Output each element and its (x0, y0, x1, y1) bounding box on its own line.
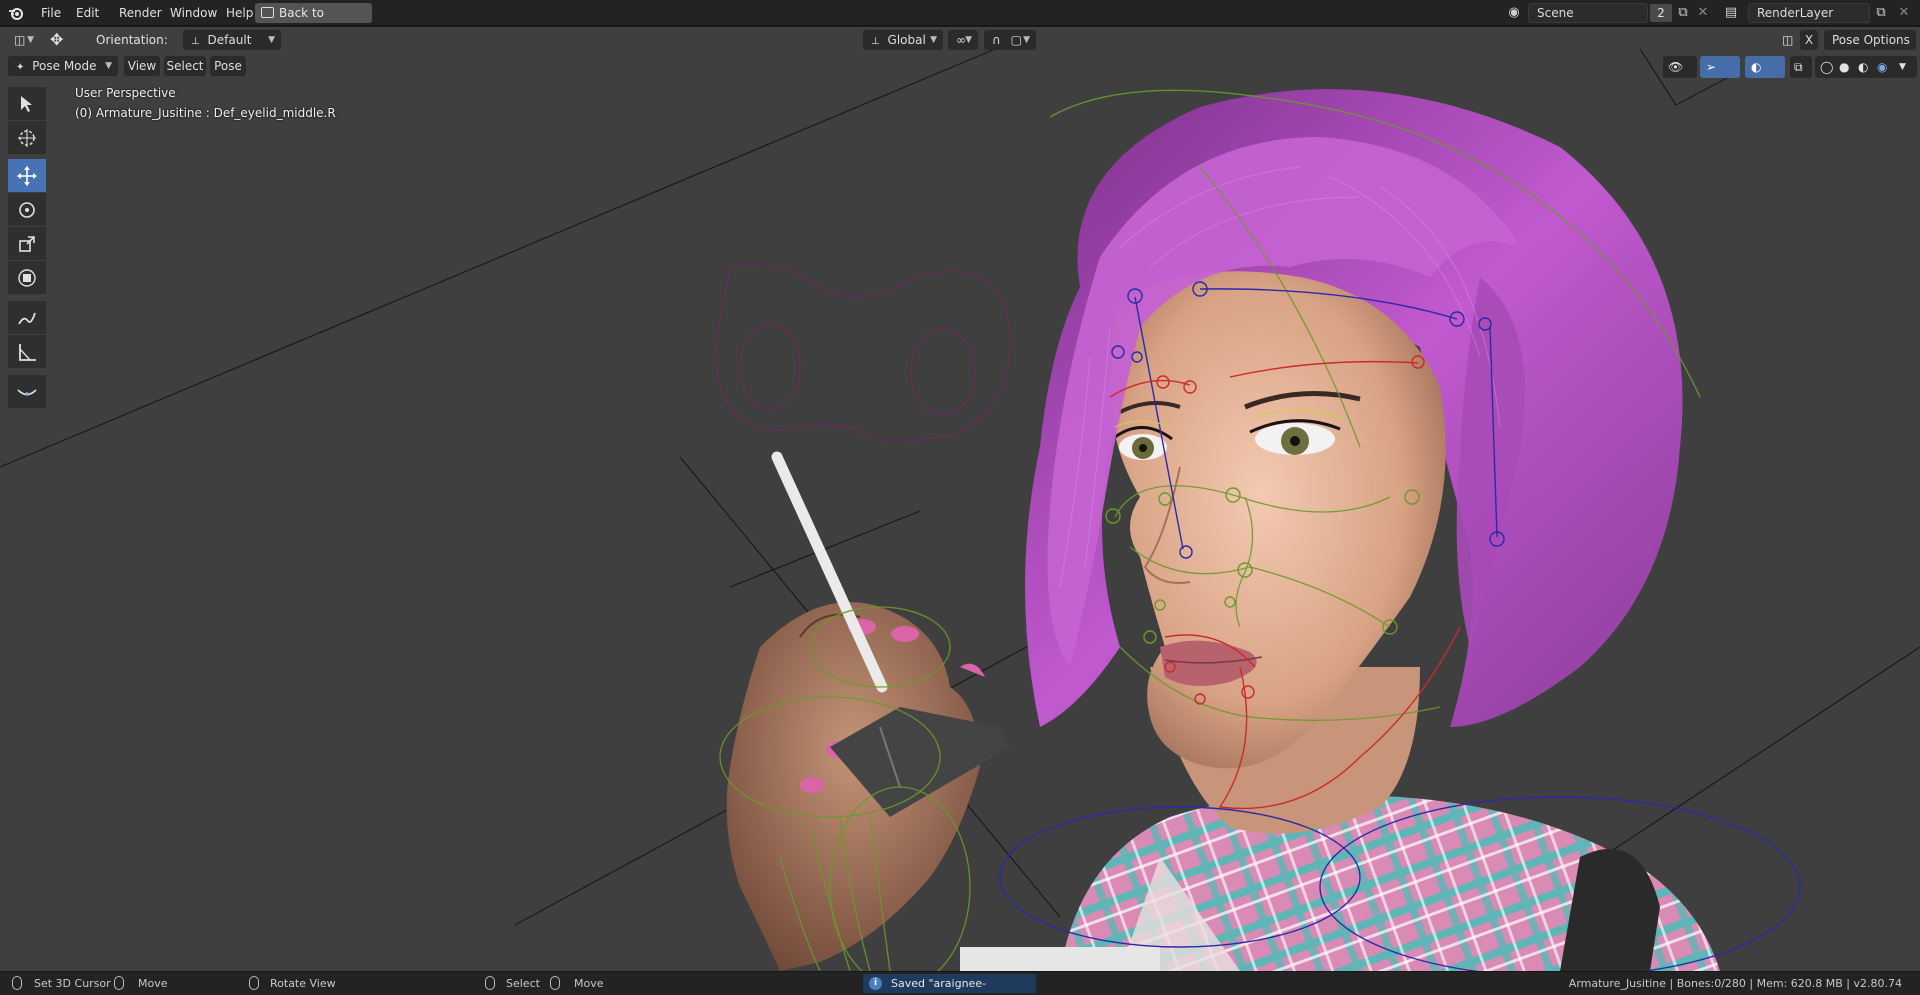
active-object-label: (0) Armature_Jusitine : Def_eyelid_middl… (75, 106, 336, 120)
cursor-tool[interactable] (8, 121, 46, 154)
status-move-2: Move (574, 977, 604, 990)
move-tool[interactable] (8, 159, 46, 192)
eye-icon: 👁 (1668, 60, 1684, 74)
add-view-layer-icon[interactable]: ⧉ (1872, 4, 1890, 22)
3d-viewport-icon: ◫ (14, 33, 26, 47)
axis-icon: ⊥ (191, 36, 200, 47)
annotate-tool[interactable] (8, 301, 46, 334)
mode-dropdown[interactable]: ✦ Pose Mode ▼ (8, 56, 118, 76)
snap-dropdown[interactable]: ∩ ▢ ▼ (984, 30, 1036, 50)
xray-icon: ⧉ (1794, 60, 1803, 74)
visibility-dropdown[interactable]: 👁 (1663, 56, 1697, 78)
orientation-label: Orientation: (96, 33, 168, 47)
rotate-icon (19, 201, 35, 218)
scale-icon (19, 235, 35, 252)
menu-edit[interactable]: Edit (70, 4, 105, 22)
scene-browse-icon[interactable]: ◉ (1505, 4, 1523, 22)
status-rotate-view: Rotate View (270, 977, 336, 990)
transform-orientation-dropdown[interactable]: ⊥ Global ▼ (863, 30, 943, 50)
scale-tool[interactable] (8, 227, 46, 260)
select-box-tool[interactable] (8, 87, 46, 120)
pose-options-dropdown[interactable]: Pose Options (1824, 30, 1916, 50)
menu-select[interactable]: Select (164, 56, 206, 76)
duplicate-scene-icon[interactable]: ⧉ (1674, 4, 1692, 22)
wireframe-shading-icon[interactable]: ◯ (1820, 57, 1833, 77)
mouse-right-icon (485, 976, 495, 990)
editor-type-dropdown[interactable]: ◫ ▼ (6, 30, 40, 50)
gizmo-icon: ➢ (1706, 60, 1717, 74)
mirror-x-toggle[interactable]: X (1800, 30, 1818, 50)
material-shading-icon[interactable]: ◐ (1858, 57, 1868, 77)
overlay-icon: ◐ (1751, 60, 1762, 74)
pivot-dropdown[interactable]: ∞ ▼ (948, 30, 978, 50)
snap-magnet-icon: ∩ (992, 33, 1001, 47)
shading-options-chevron-icon[interactable]: ▼ (1899, 57, 1906, 77)
viewport-render (0, 46, 1920, 971)
transform-pivot-icon[interactable]: ✥ (50, 30, 63, 50)
close-scene-icon[interactable]: ✕ (1694, 4, 1712, 22)
bone-relax-tool[interactable] (8, 375, 46, 408)
bone-relax-icon (17, 388, 37, 396)
gizmo-toggle[interactable]: ➢ (1700, 56, 1740, 78)
menu-pose[interactable]: Pose (210, 56, 246, 76)
render-layer-field[interactable]: RenderLayer (1748, 3, 1870, 23)
solid-shading-icon[interactable]: ● (1839, 57, 1849, 77)
menu-view[interactable]: View (124, 56, 160, 76)
top-menu-bar: File Edit Render Window Help Back to Pre… (0, 0, 1920, 40)
scene-stats: Armature_Jusitine | Bones:0/280 | Mem: 6… (1568, 977, 1902, 990)
mode-value: Pose Mode (32, 59, 97, 73)
global-axis-icon: ⊥ (871, 36, 880, 47)
viewport-header: ◫ ▼ ✥ Orientation: ⊥ Default ▼ ⊥ Global ▼ ∞… (0, 27, 1920, 55)
annotate-icon (18, 312, 36, 324)
transform-icon (18, 268, 36, 287)
status-set-cursor: Set 3D Cursor (34, 977, 111, 990)
menu-window[interactable]: Window (164, 4, 223, 22)
mouse-drag-icon (114, 976, 124, 990)
overlay-toggle[interactable]: ◐ (1745, 56, 1785, 78)
measure-tool[interactable] (8, 335, 46, 368)
pose-options-label: Pose Options (1832, 33, 1910, 47)
mirror-axis-icon[interactable]: ◫ (1782, 30, 1793, 50)
3d-viewport[interactable]: ◫ ▼ ✥ Orientation: ⊥ Default ▼ ⊥ Global ▼ ∞… (0, 27, 1920, 971)
orientation-value: Default (207, 33, 252, 47)
saved-notification[interactable]: i Saved "araignee-04.blend" (863, 974, 1036, 993)
xray-toggle[interactable]: ⧉ (1790, 56, 1812, 78)
mouse-middle-icon (249, 976, 259, 990)
menu-render[interactable]: Render (113, 4, 168, 22)
back-to-previous-button[interactable]: Back to Previous (255, 3, 372, 40)
shading-mode-group: ◯ ● ◐ ◉ ▼ (1815, 56, 1917, 78)
select-box-icon (21, 95, 32, 112)
menu-file[interactable]: File (35, 4, 67, 22)
info-icon: i (869, 977, 882, 990)
pose-mode-icon: ✦ (16, 62, 25, 73)
viewport-perspective-label: User Perspective (75, 86, 176, 100)
cursor-icon (18, 128, 36, 147)
remove-view-layer-icon[interactable]: ✕ (1895, 4, 1913, 22)
screen-icon (261, 7, 274, 18)
menu-help[interactable]: Help (220, 4, 259, 22)
status-bar: Set 3D Cursor Move Rotate View Select Mo… (0, 971, 1920, 995)
saved-message: Saved "araignee-04.blend" (891, 977, 987, 990)
rotate-tool[interactable] (8, 193, 46, 226)
mouse-left-icon (12, 976, 22, 990)
mode-row: ✦ Pose Mode ▼ View Select Pose (0, 56, 1920, 80)
snap-target-icon: ▢ (1010, 33, 1022, 47)
status-move-1: Move (138, 977, 168, 990)
scene-name-field[interactable]: Scene (1528, 3, 1648, 23)
move-icon (17, 165, 37, 186)
measure-icon (19, 343, 36, 361)
rendered-shading-icon[interactable]: ◉ (1877, 57, 1887, 77)
transform-tool[interactable] (8, 261, 46, 294)
status-select: Select (506, 977, 540, 990)
transform-orientation-value: Global (887, 33, 926, 47)
view-layer-browse-icon[interactable]: ▤ (1722, 4, 1740, 22)
orientation-dropdown[interactable]: ⊥ Default ▼ (183, 30, 281, 50)
mouse-right-drag-icon (550, 976, 560, 990)
scene-users-count: 2 (1650, 4, 1672, 22)
blender-logo-icon[interactable] (8, 5, 24, 21)
